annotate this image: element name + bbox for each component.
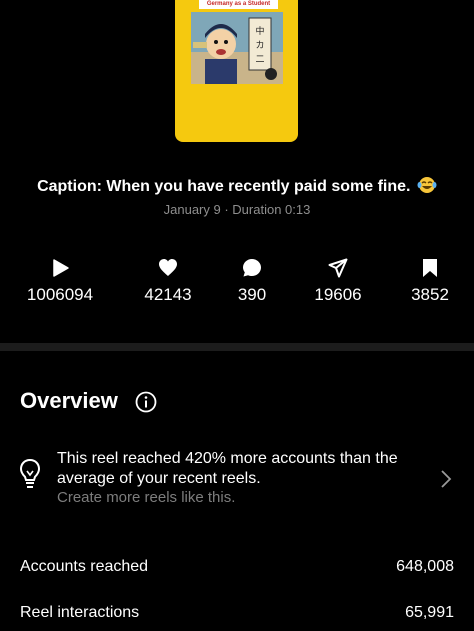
overview-heading: Overview <box>20 388 118 413</box>
thumbnail-banner: Germany as a Student <box>199 0 278 9</box>
lightbulb-icon <box>19 458 41 488</box>
reach-insight-text: This reel reached 420% more accounts tha… <box>57 450 398 487</box>
saves-count: 3852 <box>411 285 449 304</box>
reel-interactions-label: Reel interactions <box>20 604 140 621</box>
reel-thumbnail[interactable]: Germany as a Student 中 カ 二 <box>175 0 298 142</box>
caption-line: Caption: When you have recently paid som… <box>0 176 474 196</box>
info-icon[interactable] <box>135 391 157 413</box>
laughing-tears-emoji-icon <box>417 177 437 193</box>
comment-icon <box>243 259 261 277</box>
plays-count: 1006094 <box>26 285 94 304</box>
play-icon <box>53 259 69 277</box>
caption-text: Caption: When you have recently paid som… <box>37 178 411 195</box>
section-divider <box>0 343 474 351</box>
accounts-reached-label: Accounts reached <box>20 558 149 575</box>
share-icon <box>328 258 348 278</box>
svg-text:中: 中 <box>255 25 264 37</box>
chevron-right-icon[interactable] <box>440 470 452 488</box>
stats-row: 1006094 42143 390 19606 3852 <box>0 258 474 308</box>
create-more-reels-link[interactable]: Create more reels like this. <box>57 489 235 506</box>
heart-icon <box>159 259 177 276</box>
accounts-reached-value: 648,008 <box>396 558 454 575</box>
svg-text:カ: カ <box>255 40 264 51</box>
thumbnail-cartoon-image: 中 カ 二 <box>191 12 283 84</box>
saves-stat: 3852 <box>375 258 474 305</box>
svg-text:二: 二 <box>255 55 264 65</box>
bookmark-icon <box>423 259 437 277</box>
post-date-duration: January 9 · Duration 0:13 <box>163 202 311 217</box>
reel-interactions-value: 65,991 <box>405 604 454 621</box>
plays-stat: 1006094 <box>5 258 115 305</box>
